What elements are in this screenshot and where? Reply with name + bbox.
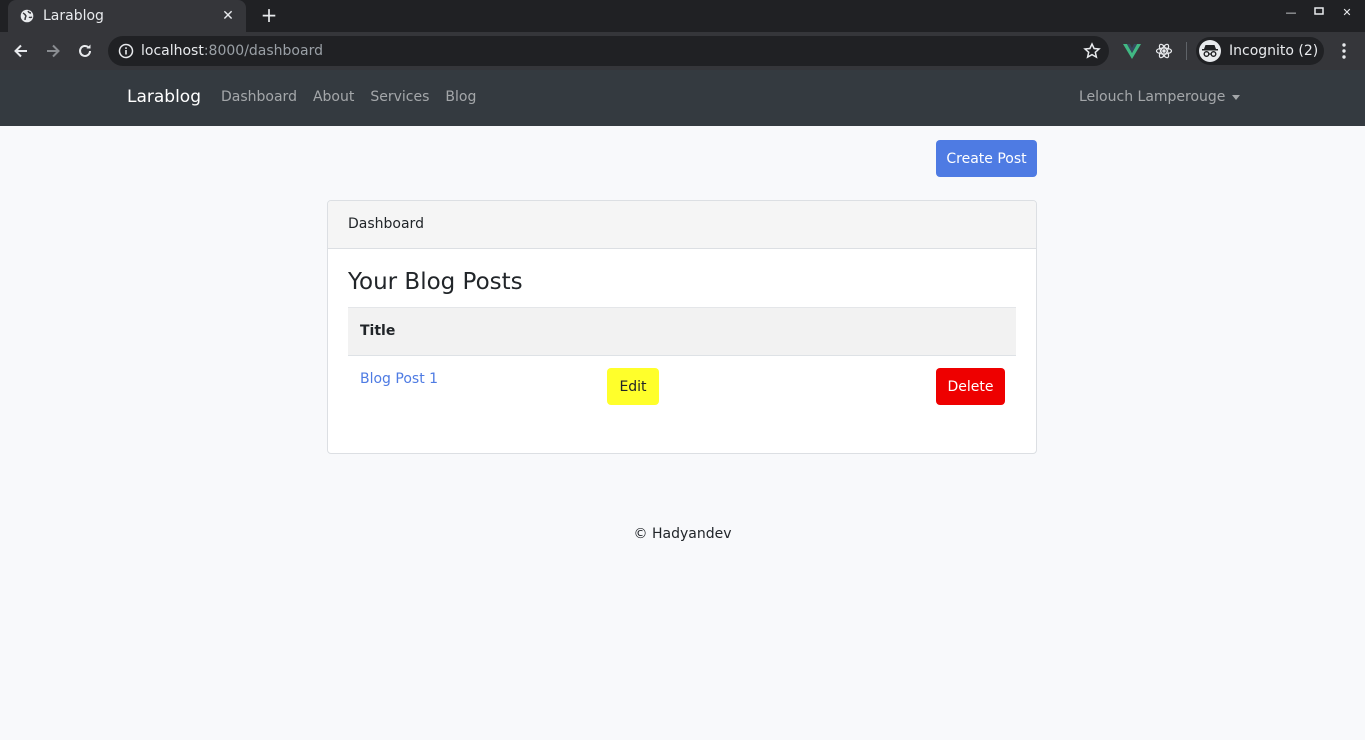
info-icon[interactable] — [118, 43, 134, 59]
caret-down-icon — [1232, 94, 1241, 100]
nav-link-blog[interactable]: Blog — [445, 89, 476, 105]
dashboard-card: Dashboard Your Blog Posts Title Blog Pos… — [327, 200, 1037, 454]
minimize-icon[interactable]: — — [1281, 6, 1301, 19]
card-header: Dashboard — [328, 201, 1036, 249]
browser-menu-icon[interactable] — [1334, 41, 1354, 61]
edit-post-button[interactable]: Edit — [607, 368, 659, 405]
forward-icon[interactable] — [40, 38, 66, 64]
incognito-label: Incognito (2) — [1229, 43, 1319, 59]
create-post-button[interactable]: Create Post — [936, 140, 1037, 177]
nav-link-about[interactable]: About — [313, 89, 354, 105]
nav-link-dashboard[interactable]: Dashboard — [221, 89, 297, 105]
vue-devtools-icon[interactable] — [1122, 41, 1142, 61]
new-tab-icon[interactable]: + — [258, 4, 280, 26]
browser-toolbar: localhost:8000/dashboard Incognito (2) — [0, 32, 1365, 70]
window-close-icon[interactable]: ✕ — [1337, 6, 1357, 19]
user-dropdown[interactable]: Lelouch Lamperouge — [1079, 89, 1241, 105]
nav-link-services[interactable]: Services — [370, 89, 429, 105]
posts-heading: Your Blog Posts — [348, 269, 523, 295]
bookmark-star-icon[interactable] — [1083, 42, 1101, 60]
back-icon[interactable] — [8, 38, 34, 64]
browser-tab[interactable]: Larablog ✕ — [8, 0, 246, 32]
globe-icon — [20, 9, 34, 23]
table-header-title: Title — [348, 307, 1016, 356]
nav-links: Dashboard About Services Blog — [221, 89, 492, 105]
tab-close-icon[interactable]: ✕ — [220, 8, 236, 24]
delete-post-button[interactable]: Delete — [936, 368, 1005, 405]
url-path: :8000/dashboard — [203, 43, 323, 59]
url-host: localhost — [141, 43, 204, 59]
address-bar[interactable]: localhost:8000/dashboard — [108, 36, 1109, 66]
browser-tab-bar: Larablog ✕ + — ✕ — [0, 0, 1365, 32]
app-navbar: Larablog Dashboard About Services Blog L… — [0, 70, 1365, 126]
react-devtools-icon[interactable] — [1154, 41, 1174, 61]
reload-icon[interactable] — [72, 38, 98, 64]
incognito-icon — [1199, 40, 1221, 62]
tab-title: Larablog — [43, 8, 104, 24]
incognito-profile-button[interactable]: Incognito (2) — [1196, 37, 1324, 65]
post-title-link[interactable]: Blog Post 1 — [360, 371, 438, 387]
maximize-icon[interactable] — [1309, 6, 1329, 19]
url-text: localhost:8000/dashboard — [141, 43, 323, 59]
toolbar-divider — [1186, 42, 1187, 60]
user-name: Lelouch Lamperouge — [1079, 89, 1226, 105]
navbar-brand[interactable]: Larablog — [127, 87, 201, 107]
footer-copyright: © Hadyandev — [633, 526, 732, 542]
